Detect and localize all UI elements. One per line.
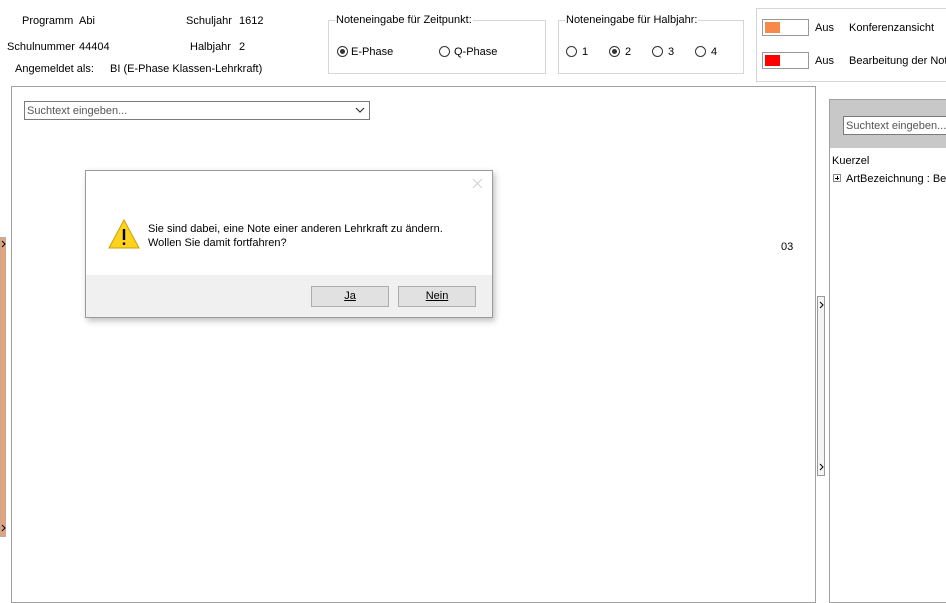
no-button[interactable]: Nein	[398, 286, 476, 307]
programm-label: Programm	[22, 15, 74, 27]
angemeldet-value: BI (E-Phase Klassen-Lehrkraft)	[110, 63, 263, 75]
konferenzansicht-label: Konferenzansicht	[849, 22, 934, 34]
dialog-message-line1: Sie sind dabei, eine Note einer anderen …	[148, 223, 443, 235]
right-search-input[interactable]: Suchtext eingeben...	[843, 116, 946, 135]
radio-e-phase[interactable]	[337, 46, 348, 57]
radio-halbjahr-2-label[interactable]: 2	[625, 46, 631, 58]
chevron-right-icon[interactable]	[819, 301, 824, 309]
halbjahr-value: 2	[239, 41, 246, 53]
schuljahr-value: 1612	[239, 15, 264, 27]
chevron-right-icon[interactable]	[1, 524, 6, 532]
bearbeitung-label: Bearbeitung der Not	[849, 55, 946, 67]
toggle-knob	[765, 22, 780, 33]
yes-button[interactable]: Ja	[311, 286, 389, 307]
radio-halbjahr-3[interactable]	[652, 46, 663, 57]
halbjahr-label: Halbjahr	[190, 41, 231, 53]
bearbeitung-state: Aus	[815, 55, 834, 67]
dialog-message-line2: Wollen Sie damit fortfahren?	[148, 237, 287, 249]
radio-halbjahr-4[interactable]	[695, 46, 706, 57]
programm-value: Abi	[79, 15, 95, 27]
radio-q-phase[interactable]	[439, 46, 450, 57]
halbjahr-group-title: Noteneingabe für Halbjahr:	[565, 14, 699, 26]
schuljahr-label: Schuljahr	[186, 15, 232, 27]
right-search-placeholder: Suchtext eingeben...	[846, 120, 946, 132]
radio-halbjahr-2[interactable]	[609, 46, 620, 57]
radio-halbjahr-1-label[interactable]: 1	[582, 46, 588, 58]
left-splitter[interactable]	[0, 237, 6, 537]
grid-cell-value[interactable]: 03	[781, 241, 793, 253]
chevron-right-icon[interactable]	[819, 463, 824, 471]
schulnummer-value: 44404	[79, 41, 110, 53]
expand-plus-icon[interactable]	[833, 174, 841, 182]
chevron-down-icon[interactable]	[355, 104, 365, 116]
radio-q-phase-label[interactable]: Q-Phase	[454, 46, 497, 58]
yes-button-label: Ja	[344, 290, 356, 302]
angemeldet-label: Angemeldet als:	[15, 63, 94, 75]
no-button-label: Nein	[425, 290, 449, 302]
main-grid-panel	[11, 86, 816, 603]
close-icon[interactable]	[472, 178, 483, 189]
right-panel: Suchtext eingeben... Kuerzel ArtBezeichn…	[829, 99, 946, 603]
dialog-footer: Ja Nein	[86, 275, 492, 317]
kuerzel-column-header[interactable]: Kuerzel	[832, 155, 869, 167]
radio-halbjahr-4-label[interactable]: 4	[711, 46, 717, 58]
bearbeitung-toggle[interactable]	[762, 52, 809, 69]
right-panel-header: Suchtext eingeben...	[830, 100, 946, 148]
main-search-combobox[interactable]: Suchtext eingeben...	[24, 101, 370, 120]
toggle-knob	[765, 55, 780, 66]
radio-halbjahr-3-label[interactable]: 3	[668, 46, 674, 58]
radio-e-phase-label[interactable]: E-Phase	[351, 46, 393, 58]
warning-icon	[108, 219, 140, 249]
konferenzansicht-toggle[interactable]	[762, 19, 809, 36]
confirm-dialog: Sie sind dabei, eine Note einer anderen …	[85, 170, 493, 318]
konferenzansicht-state: Aus	[815, 22, 834, 34]
tree-item-artbezeichnung[interactable]: ArtBezeichnung : Ber	[846, 173, 946, 185]
radio-halbjahr-1[interactable]	[566, 46, 577, 57]
schulnummer-label: Schulnummer	[7, 41, 75, 53]
main-search-placeholder: Suchtext eingeben...	[27, 105, 128, 117]
zeitpunkt-group-title: Noteneingabe für Zeitpunkt:	[335, 14, 473, 26]
chevron-right-icon[interactable]	[1, 240, 6, 248]
right-splitter[interactable]	[817, 296, 825, 476]
